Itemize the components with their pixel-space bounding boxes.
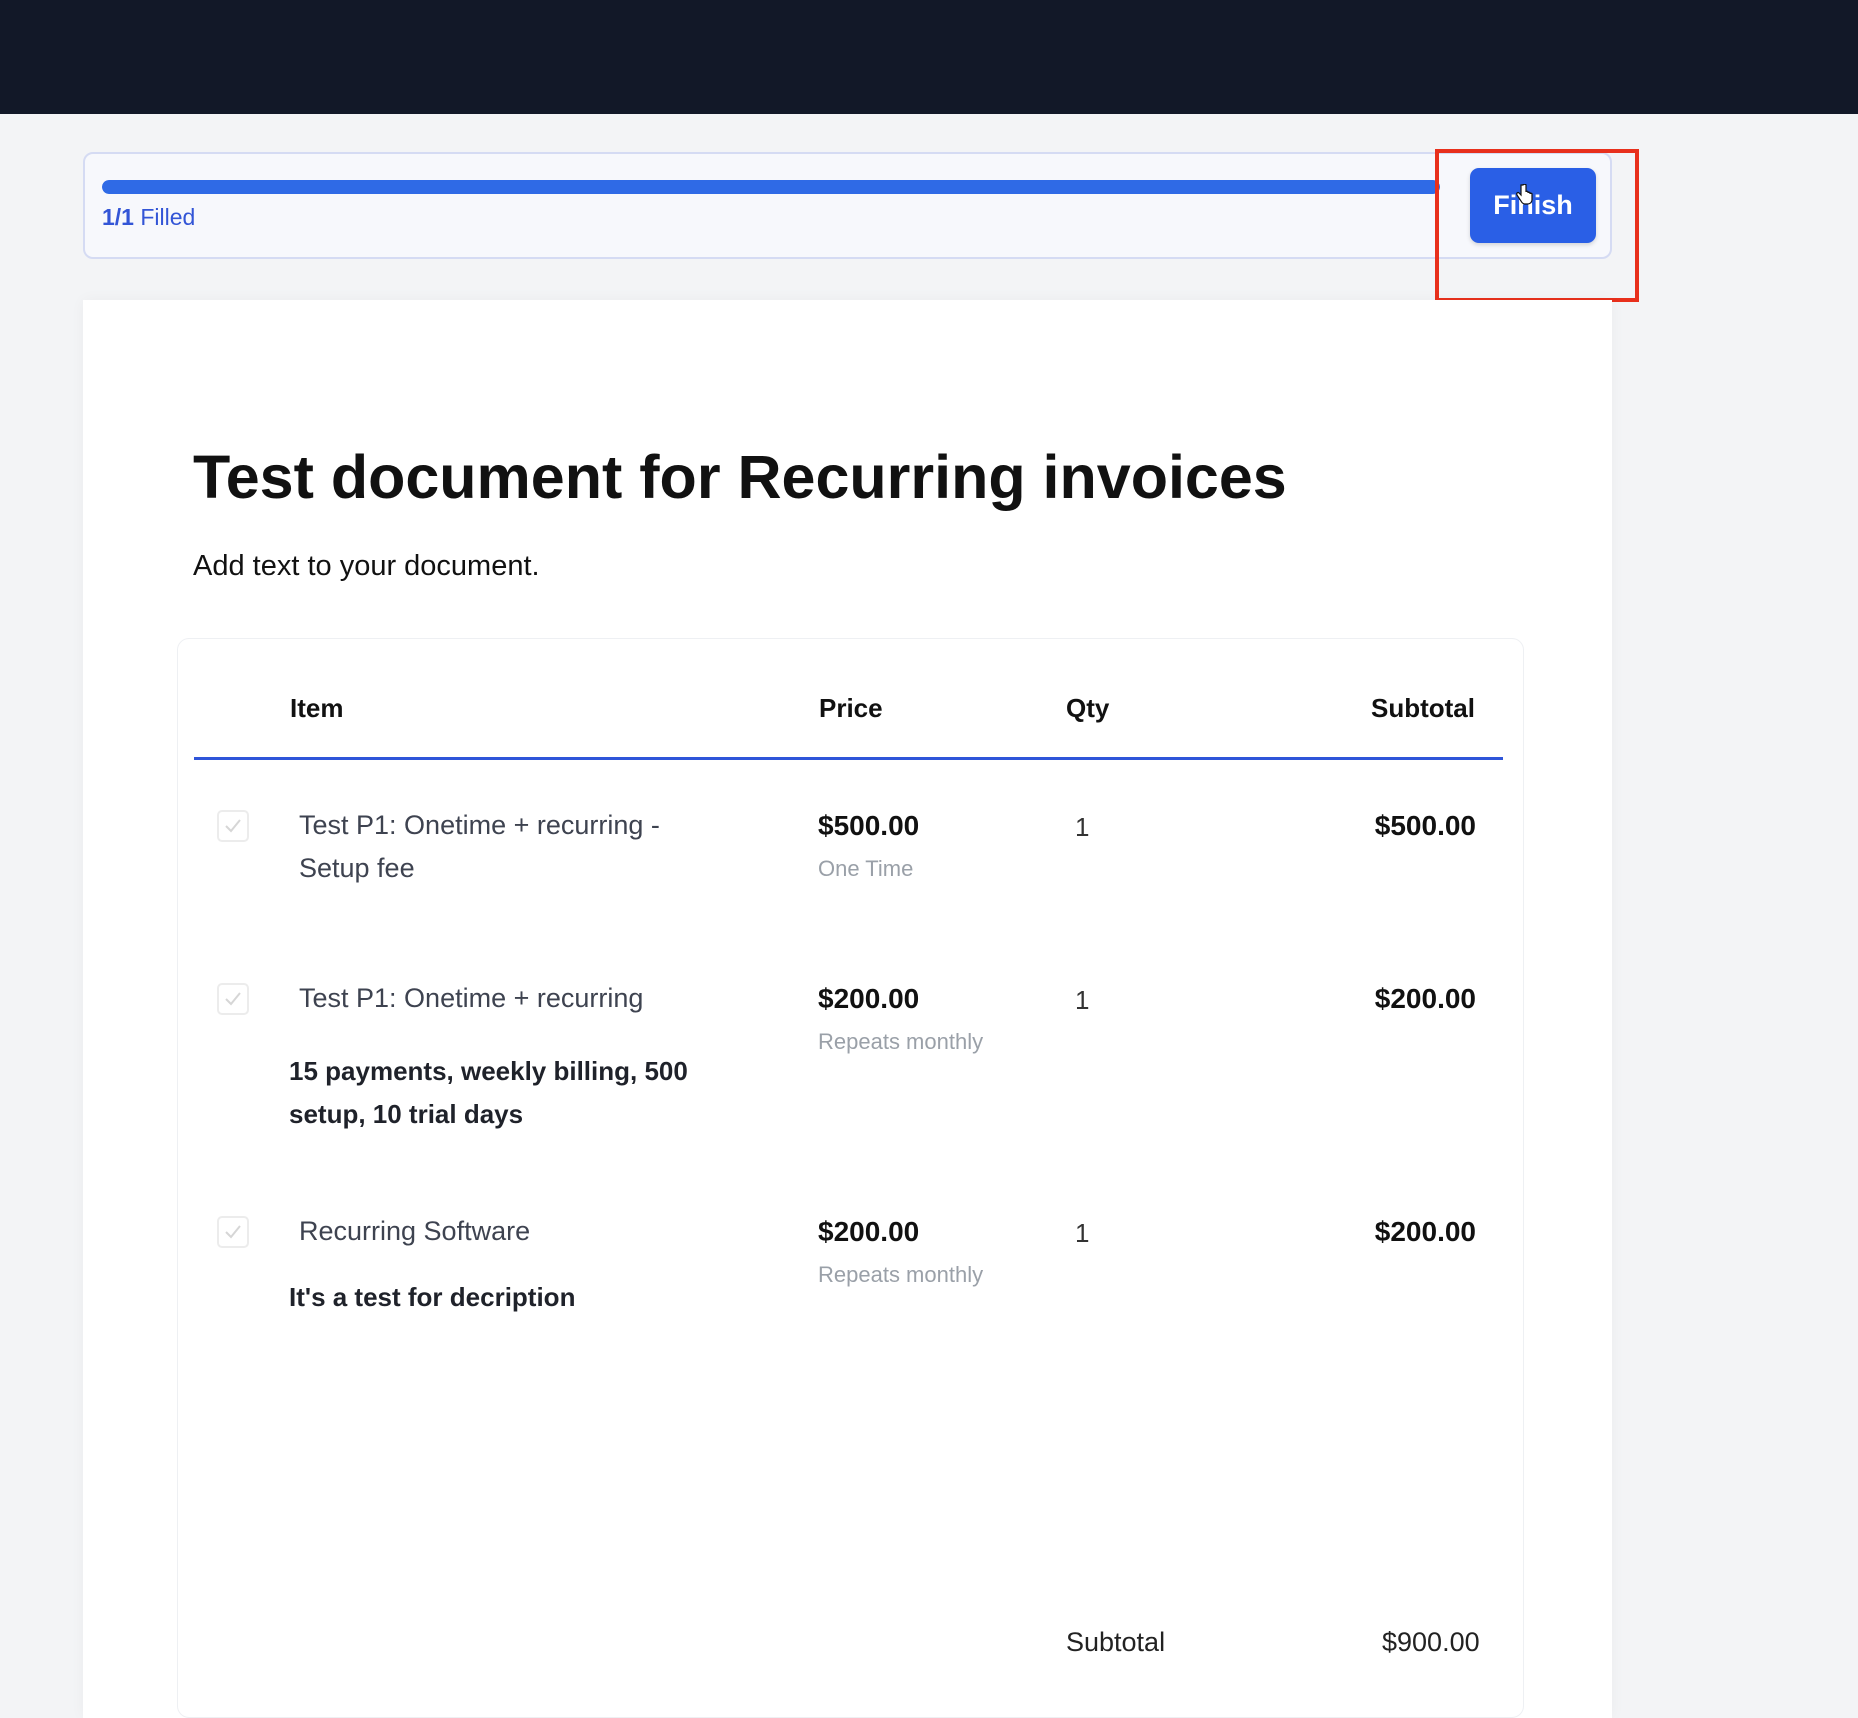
row-checkbox[interactable] [217, 983, 249, 1015]
pricing-table: Item Price Qty Subtotal [177, 638, 1524, 1718]
highlight-annotation [1435, 149, 1639, 302]
check-icon [225, 992, 241, 1006]
item-price: $200.00 [818, 1216, 920, 1247]
row-checkbox[interactable] [217, 810, 249, 842]
item-name: Recurring Software [299, 1216, 531, 1246]
table-row: Test P1: Onetime + recurring 15 payments… [177, 983, 1524, 1153]
column-header-item: Item [290, 693, 344, 723]
document-text[interactable]: Add text to your document. [193, 550, 540, 583]
top-bar [0, 0, 1858, 114]
row-subtotal: $200.00 [1374, 983, 1476, 1014]
item-description: It's a test for decription [289, 1282, 576, 1312]
column-header-subtotal: Subtotal [1371, 693, 1475, 723]
check-icon [225, 1225, 241, 1239]
table-header-divider [194, 757, 1503, 760]
item-price: $500.00 [818, 810, 920, 841]
item-name: Test P1: Onetime + recurring - Setup fee [299, 810, 660, 883]
table-row: Test P1: Onetime + recurring - Setup fee… [177, 810, 1524, 960]
row-subtotal: $200.00 [1374, 1216, 1476, 1247]
progress-label: Filled [140, 204, 196, 230]
progress-bar-fill [102, 180, 1440, 194]
row-subtotal: $500.00 [1374, 810, 1476, 841]
progress-count: 1/1 [102, 204, 134, 230]
item-name: Test P1: Onetime + recurring [299, 983, 644, 1013]
row-checkbox[interactable] [217, 1216, 249, 1248]
billing-frequency: One Time [818, 856, 914, 881]
document-title: Test document for Recurring invoices [193, 443, 1287, 511]
column-header-price: Price [819, 693, 883, 723]
progress-panel: 1/1 Filled [83, 152, 1612, 259]
progress-status: 1/1 Filled [102, 204, 195, 231]
item-description: 15 payments, weekly billing, 500 setup, … [289, 1056, 688, 1129]
progress-bar [102, 180, 1440, 194]
item-qty[interactable]: 1 [1075, 985, 1089, 1016]
item-qty[interactable]: 1 [1075, 1218, 1089, 1249]
billing-frequency: Repeats monthly [818, 1262, 984, 1287]
hand-pointer-icon [1516, 184, 1533, 205]
check-icon [225, 819, 241, 833]
column-header-qty: Qty [1066, 693, 1110, 723]
item-qty[interactable]: 1 [1075, 812, 1089, 843]
table-row: Recurring Software It's a test for decri… [177, 1216, 1524, 1346]
summary-value: $900.00 [1382, 1627, 1480, 1657]
summary-label: Subtotal [1066, 1627, 1166, 1657]
billing-frequency: Repeats monthly [818, 1029, 984, 1054]
item-price: $200.00 [818, 983, 920, 1014]
